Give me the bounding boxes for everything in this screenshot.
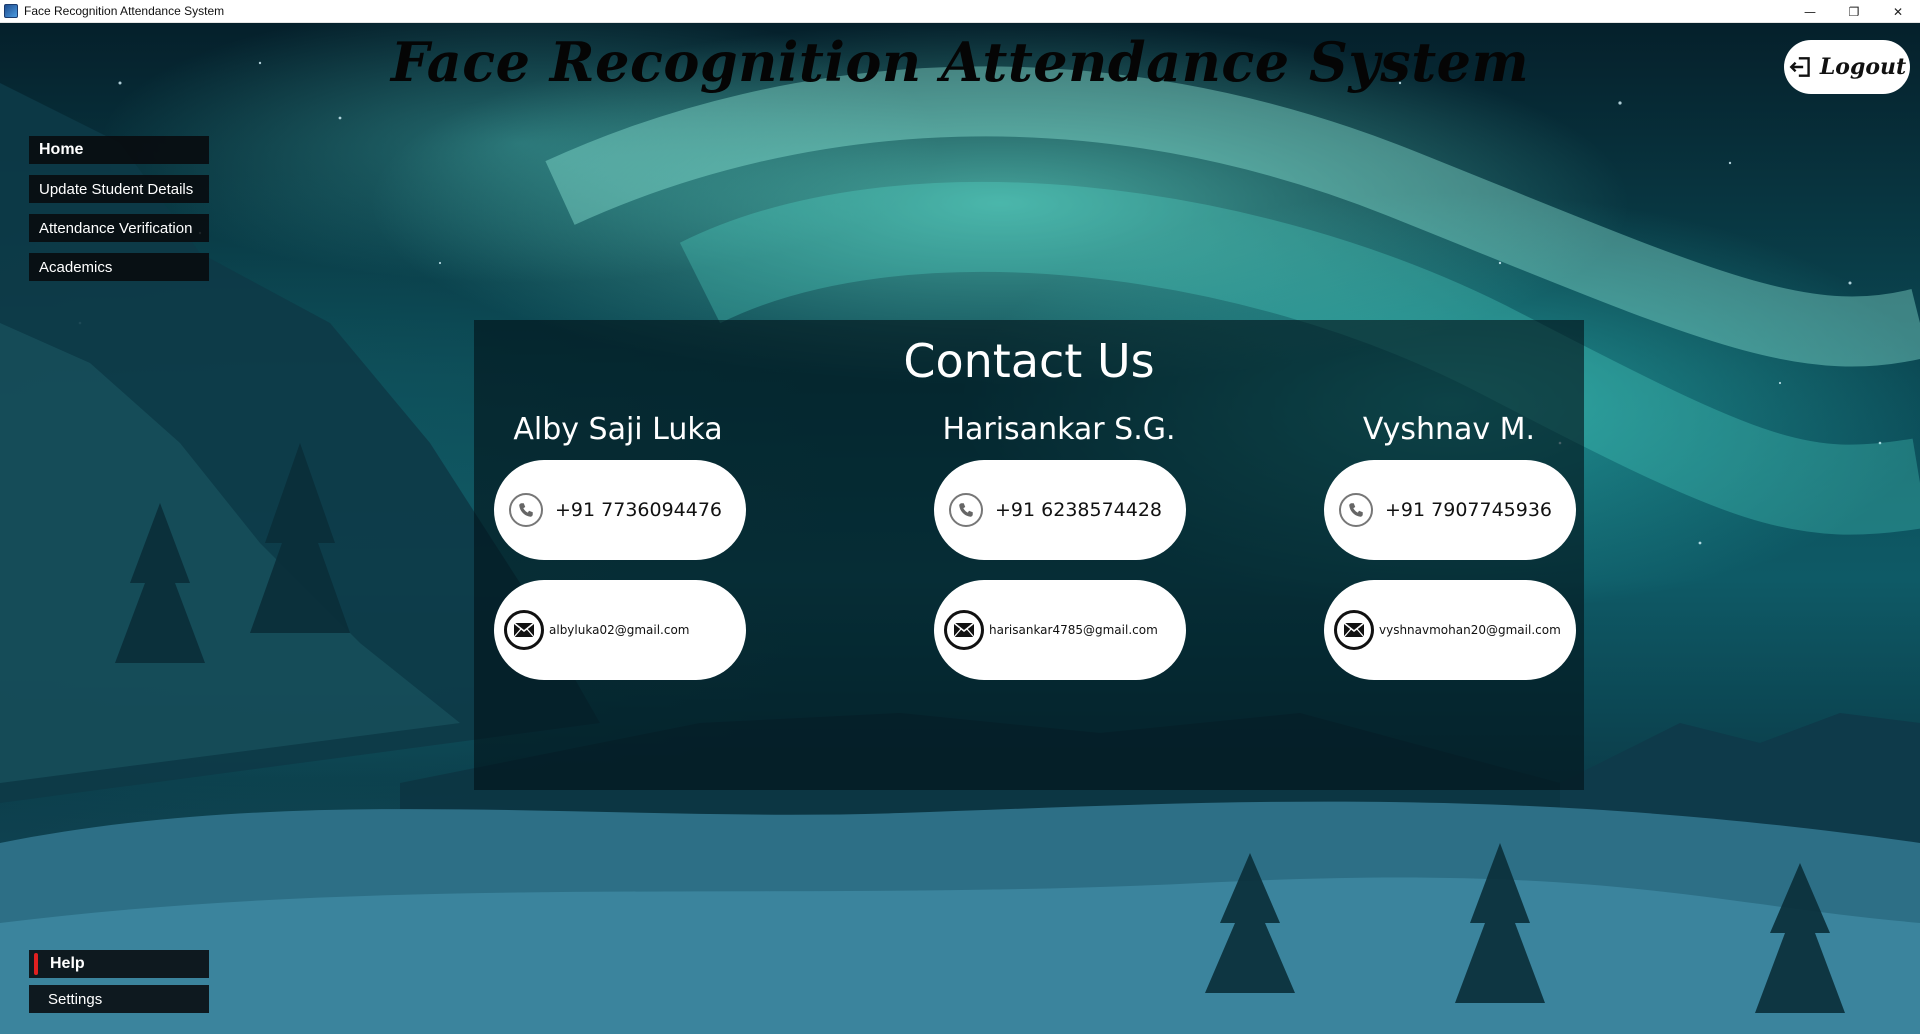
app-icon [4,4,18,18]
phone-pill[interactable]: +91 7907745936 [1324,460,1576,560]
phone-number: +91 7907745936 [1385,499,1553,521]
mail-icon [1334,610,1374,650]
logout-button[interactable]: Logout [1784,40,1910,94]
mail-icon [504,610,544,650]
phone-icon [949,493,983,527]
contact-panel: Contact Us Alby Saji Luka +91 7736094476… [474,320,1584,790]
logout-label: Logout [1819,54,1907,80]
nav-update-student-details[interactable]: Update Student Details [29,175,209,203]
phone-number: +91 7736094476 [555,499,723,521]
nav-home[interactable]: Home [29,136,209,164]
app-title: Face Recognition Attendance System [390,30,1530,94]
logout-icon [1789,57,1810,77]
nav-help-label: Help [50,955,85,972]
window-controls: — ❐ ✕ [1788,0,1920,23]
mail-icon [944,610,984,650]
email-pill[interactable]: harisankar4785@gmail.com [934,580,1186,680]
nav-academics[interactable]: Academics [29,253,209,281]
contact-name: Alby Saji Luka [513,412,723,447]
contact-name: Harisankar S.G. [942,412,1176,447]
email-address: harisankar4785@gmail.com [989,623,1158,637]
phone-pill[interactable]: +91 7736094476 [494,460,746,560]
nav-settings[interactable]: Settings [29,985,209,1013]
nav-attendance-verification[interactable]: Attendance Verification [29,214,209,242]
email-address: vyshnavmohan20@gmail.com [1379,623,1561,637]
help-active-marker [34,953,38,975]
phone-pill[interactable]: +91 6238574428 [934,460,1186,560]
phone-icon [1339,493,1373,527]
email-pill[interactable]: vyshnavmohan20@gmail.com [1324,580,1576,680]
phone-number: +91 6238574428 [995,499,1163,521]
minimize-button[interactable]: — [1788,0,1832,23]
contact-name: Vyshnav M. [1362,412,1536,447]
window-title: Face Recognition Attendance System [24,4,225,18]
close-button[interactable]: ✕ [1876,0,1920,23]
email-address: albyluka02@gmail.com [549,623,690,637]
contact-title: Contact Us [903,334,1155,388]
restore-button[interactable]: ❐ [1832,0,1876,23]
nav-help[interactable]: Help [29,950,209,978]
email-pill[interactable]: albyluka02@gmail.com [494,580,746,680]
window-titlebar: Face Recognition Attendance System — ❐ ✕ [0,0,1920,23]
phone-icon [509,493,543,527]
